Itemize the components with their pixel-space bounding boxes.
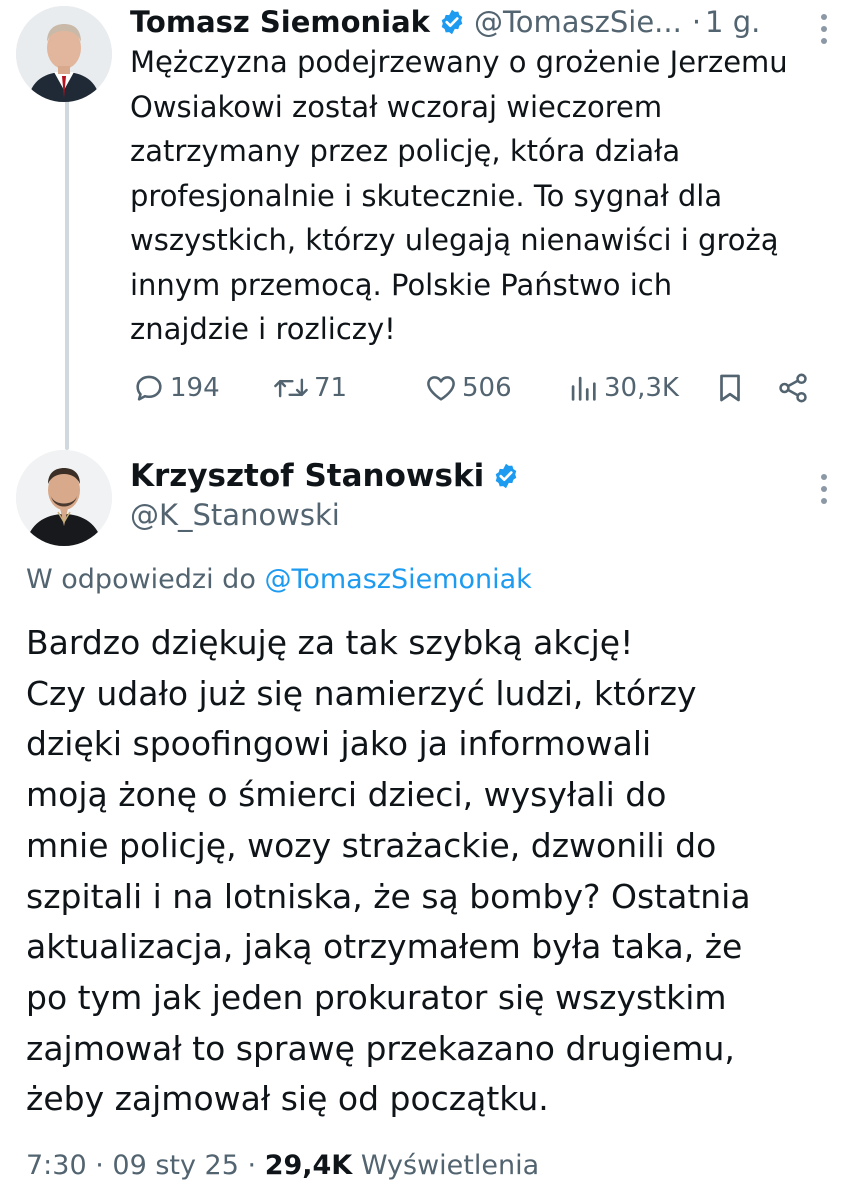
- verified-badge-icon: [441, 9, 463, 35]
- reply-count: 194: [170, 373, 220, 403]
- repost-count: 71: [314, 373, 348, 403]
- author-handle[interactable]: @K_Stanowski: [130, 498, 340, 532]
- reply-icon: [136, 375, 162, 401]
- share-icon: [779, 373, 807, 403]
- avatar[interactable]: [16, 450, 112, 546]
- tweet-meta: 7:30 · 09 sty 25 · 29,4K Wyświetlenia: [26, 1150, 539, 1181]
- separator-dot: ·: [247, 1150, 265, 1181]
- reply-context: W odpowiedzi do @TomaszSiemoniak: [26, 564, 532, 595]
- tweet-time[interactable]: 7:30: [26, 1150, 87, 1181]
- bookmark-button[interactable]: [714, 366, 746, 410]
- separator-dot: ·: [95, 1150, 113, 1181]
- bookmark-icon: [720, 374, 740, 402]
- author-handle[interactable]: @TomaszSie...: [474, 5, 682, 39]
- like-button[interactable]: 506: [424, 366, 512, 410]
- repost-button[interactable]: 71: [272, 366, 347, 410]
- avatar-image: [16, 6, 112, 102]
- views-label: Wyświetlenia: [360, 1150, 540, 1181]
- reply-mention-link[interactable]: @TomaszSiemoniak: [264, 564, 531, 595]
- verified-badge-icon: [495, 463, 517, 489]
- avatar-image: [16, 450, 112, 546]
- tweet-actions: 194 71 506 30,3K: [132, 366, 822, 410]
- reply-button[interactable]: 194: [132, 366, 220, 410]
- tweet-header: Krzysztof Stanowski: [130, 456, 528, 496]
- avatar[interactable]: [16, 6, 112, 102]
- thread-connector-line: [65, 100, 69, 450]
- share-button[interactable]: [776, 366, 810, 410]
- author-name[interactable]: Tomasz Siemoniak: [130, 5, 430, 39]
- tweet-time[interactable]: 1 g.: [705, 5, 760, 39]
- more-options-icon[interactable]: [820, 474, 828, 504]
- views-count: 29,4K: [264, 1150, 353, 1181]
- reply-prefix: W odpowiedzi do: [26, 564, 265, 595]
- tweet-header: Tomasz Siemoniak @TomaszSie... · 1 g.: [130, 2, 830, 42]
- tweet-text: Bardzo dziękuję za tak szybką akcję! Czy…: [26, 623, 751, 1119]
- separator-dot: ·: [691, 5, 702, 39]
- like-count: 506: [462, 373, 512, 403]
- author-name[interactable]: Krzysztof Stanowski: [130, 458, 484, 494]
- repost-icon: [274, 378, 308, 398]
- tweet-text: Mężczyzna podejrzewany o grożenie Jerzem…: [130, 45, 788, 346]
- views-button[interactable]: 30,3K: [566, 366, 679, 410]
- tweet-date[interactable]: 09 sty 25: [112, 1150, 239, 1181]
- views-icon: [571, 376, 596, 401]
- heart-icon: [427, 376, 455, 401]
- views-count: 30,3K: [604, 373, 679, 403]
